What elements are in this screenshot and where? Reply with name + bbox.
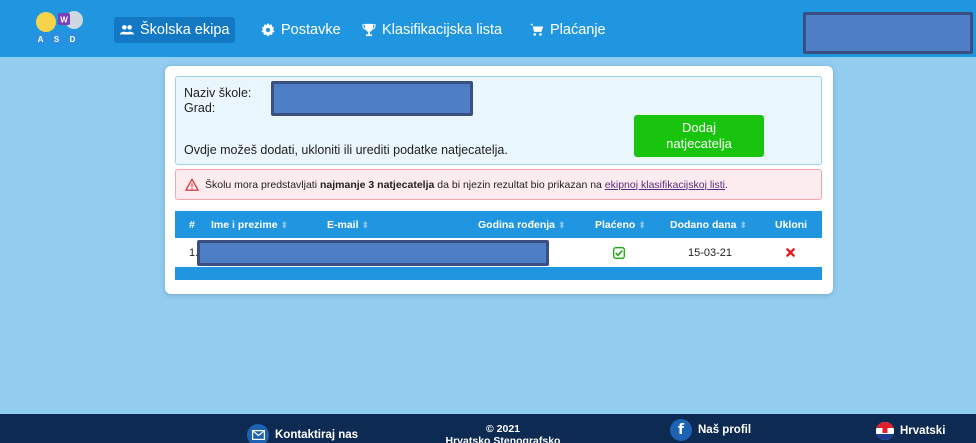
user-menu-redacted[interactable]: [803, 12, 973, 54]
nav-item-postavke[interactable]: Postavke: [255, 17, 347, 43]
alert-text-bold: najmanje 3 natjecatelja: [319, 178, 435, 191]
envelope-icon: [247, 424, 269, 443]
profile-label: Naš profil: [698, 424, 752, 436]
nav-item-label: Školska ekipa: [140, 22, 230, 38]
sort-icon: ⬍: [638, 219, 646, 230]
school-name-label: Naziv škole:: [184, 86, 252, 100]
contact-label: Kontaktiraj nas: [275, 429, 359, 441]
competitor-details-redacted: [197, 240, 549, 266]
warning-icon: [185, 178, 199, 191]
school-name-value-redacted: [271, 81, 473, 116]
nav-item-klasifikacijska-lista[interactable]: Klasifikacijska lista: [356, 17, 508, 43]
copyright-year: © 2021: [485, 423, 520, 435]
col-header-index: #: [189, 219, 195, 231]
contact-link[interactable]: Kontaktiraj nas: [247, 424, 358, 443]
table-header: # Ime i prezime ⬍ E-mail ⬍ Godina rođenja ⬍…: [175, 211, 822, 238]
language-label: Hrvatski: [900, 425, 946, 437]
logo-letter-s: S: [54, 35, 60, 44]
language-selector[interactable]: Hrvatski: [876, 422, 945, 440]
alert-text-before: Školu mora predstavljati: [205, 178, 320, 191]
trophy-icon: [362, 23, 376, 37]
col-header-email[interactable]: E-mail ⬍: [327, 219, 369, 231]
users-icon: [120, 25, 134, 35]
col-header-paid[interactable]: Plaćeno ⬍: [595, 219, 646, 231]
nav-item-label: Postavke: [281, 22, 341, 38]
page-footer: Kontaktiraj nas © 2021 Hrvatsko Stenogra…: [0, 414, 976, 443]
app-logo[interactable]: W A S D: [30, 10, 98, 48]
team-ranking-link[interactable]: ekipnoj klasifikacijskoj listi: [605, 179, 725, 191]
sort-icon: ⬍: [280, 219, 289, 230]
table-row: 1. 15-03-21: [175, 238, 822, 267]
add-competitor-button[interactable]: Dodaj natjecatelja: [634, 115, 764, 157]
school-team-card: Naziv škole: Grad: Ovdje možeš dodati, u…: [165, 66, 833, 294]
alert-text-after: .: [725, 178, 728, 191]
row-added-date: 15-03-21: [688, 247, 733, 259]
gear-icon: [261, 23, 275, 37]
team-description: Ovdje možeš dodati, ukloniti ili urediti…: [184, 143, 508, 157]
col-header-added[interactable]: Dodano dana ⬍: [670, 219, 747, 231]
croatia-flag-icon: [876, 422, 894, 440]
nav-item-label: Plaćanje: [550, 22, 606, 38]
competitors-table: # Ime i prezime ⬍ E-mail ⬍ Godina rođenja ⬍…: [175, 211, 822, 280]
alert-text: Školu mora predstavljati najmanje 3 natj…: [205, 179, 728, 191]
alert-text-middle: da bi njezin rezultat bio prikazan na: [434, 178, 605, 191]
remove-icon[interactable]: [786, 248, 795, 257]
col-header-remove: Ukloni: [775, 219, 808, 231]
profile-link[interactable]: f Naš profil: [670, 419, 751, 441]
school-info-box: Naziv škole: Grad: Ovdje možeš dodati, u…: [175, 76, 822, 165]
nav-item-label: Klasifikacijska lista: [382, 22, 503, 38]
nav-item-skolska-ekipa[interactable]: Školska ekipa: [114, 17, 236, 43]
sort-icon: ⬍: [558, 219, 566, 230]
col-header-name[interactable]: Ime i prezime ⬍: [211, 219, 288, 231]
copyright: © 2021 Hrvatsko Stenografsko Društvo: [433, 423, 573, 443]
minimum-competitors-alert: Školu mora predstavljati najmanje 3 natj…: [175, 169, 822, 200]
copyright-owner: Hrvatsko Stenografsko Društvo: [445, 435, 561, 443]
sort-icon: ⬍: [739, 219, 748, 230]
sort-icon: ⬍: [361, 219, 370, 230]
city-label: Grad:: [184, 101, 216, 115]
cart-icon: [530, 23, 544, 36]
table-footer: [175, 267, 822, 280]
col-header-birth-year[interactable]: Godina rođenja ⬍: [478, 219, 566, 231]
top-navbar: W A S D Školska ekipa Postavke Klasifika…: [0, 0, 976, 57]
paid-check-icon: [613, 247, 625, 259]
logo-letter-d: D: [70, 35, 76, 44]
nav-item-placanje[interactable]: Plaćanje: [524, 17, 612, 43]
logo-letter-w: W: [60, 16, 68, 25]
facebook-icon: f: [670, 419, 692, 441]
logo-letter-a: A: [38, 35, 44, 44]
